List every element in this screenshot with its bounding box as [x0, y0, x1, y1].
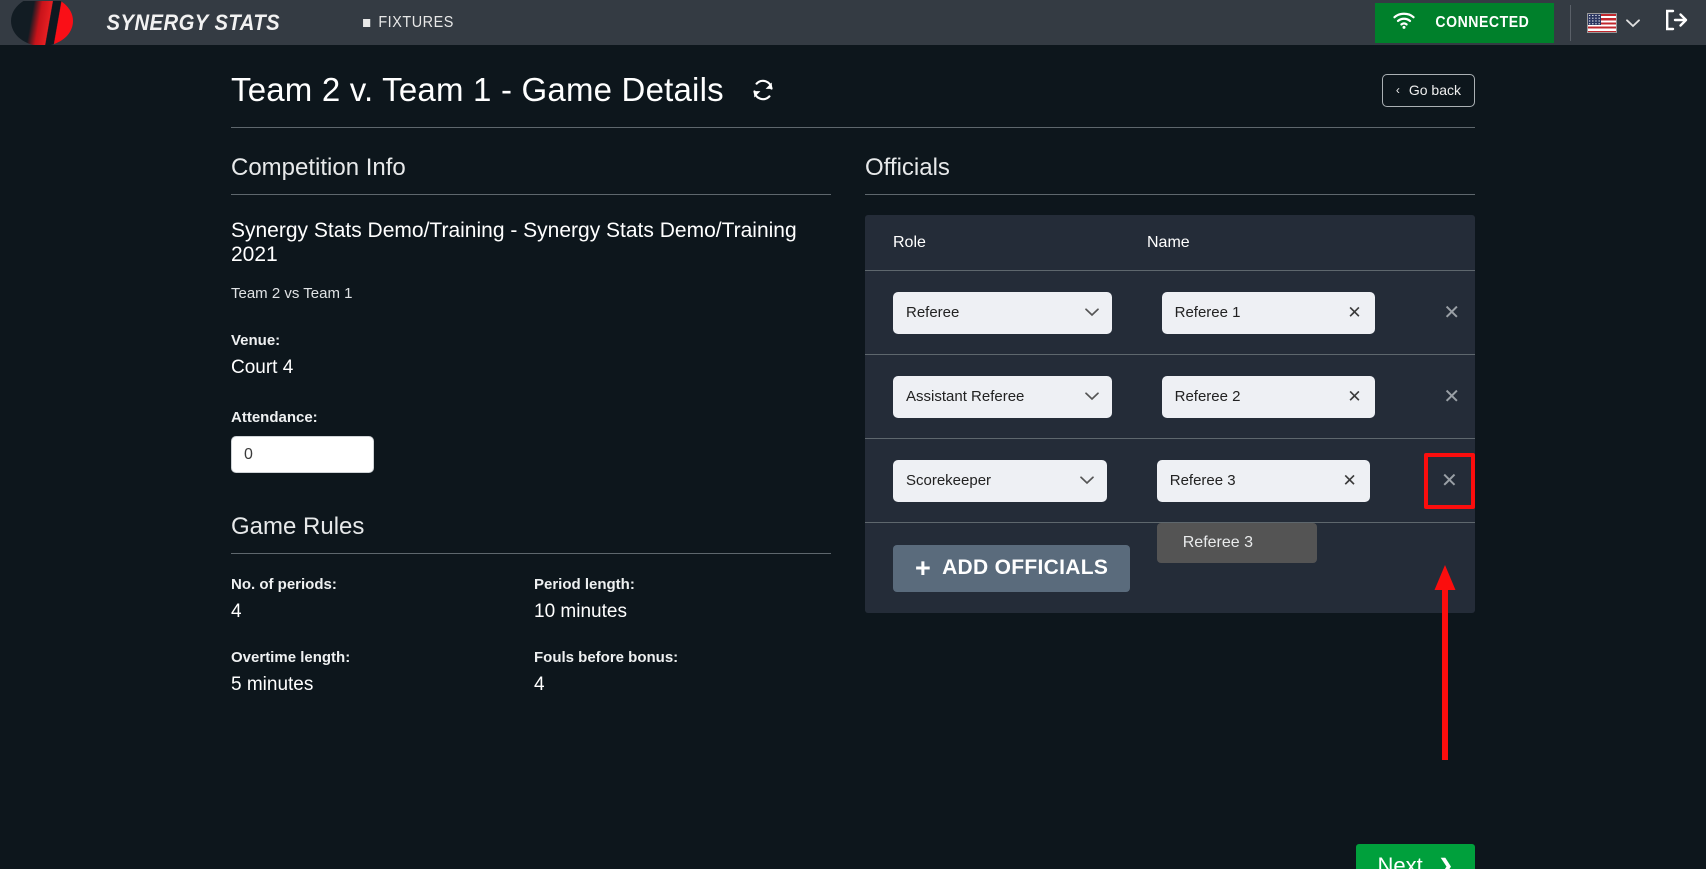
wifi-icon — [1393, 12, 1415, 34]
name-field-wrapper: Referee 2 ✕ — [1161, 375, 1375, 418]
rule-item: Period length: 10 minutes — [534, 576, 831, 623]
remove-official-button[interactable]: ✕ — [1429, 288, 1475, 338]
connection-status-badge[interactable]: CONNECTED — [1375, 2, 1554, 43]
officials-table-header: Role Name — [865, 215, 1475, 271]
name-input-value: Referee 3 — [1169, 472, 1236, 489]
next-button[interactable]: Next ❯ — [1355, 844, 1475, 869]
officials-heading: Officials — [865, 154, 1475, 195]
content-container: Team 2 v. Team 1 - Game Details ‹ Go bac… — [231, 45, 1475, 869]
go-back-button[interactable]: ‹ Go back — [1381, 73, 1475, 107]
role-select-value: Referee — [906, 304, 960, 321]
navbar-right-group: CONNECTED — [1375, 0, 1706, 45]
us-flag-icon — [1587, 12, 1617, 33]
name-input-value: Referee 1 — [1174, 304, 1241, 321]
chevron-down-icon — [1084, 305, 1099, 320]
teams-matchup: Team 2 vs Team 1 — [231, 285, 353, 302]
page-header: Team 2 v. Team 1 - Game Details ‹ Go bac… — [231, 71, 1475, 128]
remove-official-button[interactable]: ✕ — [1429, 372, 1475, 422]
add-officials-button[interactable]: + ADD OFFICIALS — [893, 544, 1131, 592]
clear-icon[interactable]: ✕ — [1342, 471, 1356, 491]
page-body: Team 2 v. Team 1 - Game Details ‹ Go bac… — [0, 45, 1706, 869]
synergy-logo-icon — [11, 0, 73, 45]
attendance-label: Attendance: — [231, 409, 318, 426]
role-select[interactable]: Scorekeeper — [893, 459, 1107, 502]
clear-icon[interactable]: ✕ — [1347, 387, 1361, 407]
brand-title: SYNERGY STATS — [106, 9, 281, 35]
name-input[interactable]: Referee 2 ✕ — [1161, 375, 1375, 418]
role-select[interactable]: Assistant Referee — [893, 375, 1112, 418]
game-rules-grid: No. of periods: 4 Period length: 10 minu… — [231, 576, 831, 696]
next-label: Next — [1377, 853, 1423, 869]
footer-actions: Next ❯ — [231, 844, 1475, 869]
chevron-right-icon: ❯ — [1438, 856, 1453, 869]
rule-value: 10 minutes — [534, 601, 627, 622]
rule-label: Period length: — [534, 576, 635, 593]
clear-icon[interactable]: ✕ — [1347, 303, 1361, 323]
rule-label: No. of periods: — [231, 576, 337, 593]
officials-table: Role Name Referee Referee 1 ✕ ✕ Assistan… — [865, 215, 1475, 613]
rule-label: Overtime length: — [231, 649, 351, 666]
language-selector[interactable] — [1587, 12, 1640, 33]
two-column-layout: Competition Info Synergy Stats Demo/Trai… — [231, 154, 1475, 696]
table-row: Scorekeeper Referee 3 ✕ Referee 3 ✕ — [865, 439, 1475, 563]
refresh-icon[interactable] — [750, 77, 776, 103]
column-header-role: Role — [893, 233, 926, 251]
game-rules-heading: Game Rules — [231, 513, 831, 554]
close-icon: ✕ — [1440, 470, 1458, 492]
navbar-divider — [1570, 4, 1571, 41]
competition-name: Synergy Stats Demo/Training - Synergy St… — [231, 219, 797, 266]
logout-icon — [1664, 9, 1688, 36]
column-header-name: Name — [1147, 233, 1190, 251]
remove-official-button-highlighted[interactable]: ✕ — [1423, 452, 1475, 509]
name-suggestion-option[interactable]: Referee 3 — [1156, 522, 1317, 563]
name-field-wrapper: Referee 3 ✕ Referee 3 — [1156, 459, 1370, 563]
add-officials-label: ADD OFFICIALS — [942, 556, 1109, 579]
rule-value: 5 minutes — [231, 674, 314, 695]
top-navbar: SYNERGY STATS FIXTURES CONNECTED — [0, 0, 1706, 45]
name-field-wrapper: Referee 1 ✕ — [1161, 291, 1375, 334]
app-logo[interactable] — [11, 0, 87, 45]
chevron-down-icon — [1079, 473, 1094, 488]
chevron-down-icon — [1084, 389, 1099, 404]
rule-item: Overtime length: 5 minutes — [231, 649, 534, 696]
plus-icon: + — [915, 552, 932, 583]
close-icon: ✕ — [1443, 386, 1461, 408]
close-icon: ✕ — [1443, 302, 1461, 324]
left-column: Competition Info Synergy Stats Demo/Trai… — [231, 154, 831, 696]
rule-value: 4 — [534, 674, 545, 695]
name-input-value: Referee 2 — [1174, 388, 1241, 405]
nav-item-fixtures[interactable]: FIXTURES — [362, 13, 454, 32]
venue-label: Venue: — [231, 332, 281, 349]
rule-item: No. of periods: 4 — [231, 576, 534, 623]
rule-label: Fouls before bonus: — [534, 649, 679, 666]
logo-circle-shape — [11, 0, 73, 45]
role-select[interactable]: Referee — [893, 291, 1112, 334]
competition-info-heading: Competition Info — [231, 154, 831, 195]
name-input[interactable]: Referee 1 ✕ — [1161, 291, 1375, 334]
table-row: Assistant Referee Referee 2 ✕ ✕ — [865, 355, 1475, 439]
page-title: Team 2 v. Team 1 - Game Details — [231, 71, 724, 108]
role-select-value: Assistant Referee — [906, 388, 1025, 405]
nav-item-fixtures-label: FIXTURES — [378, 13, 454, 31]
chevron-down-icon — [1626, 15, 1640, 31]
role-select-value: Scorekeeper — [906, 472, 992, 489]
attendance-input[interactable] — [231, 436, 374, 473]
rule-value: 4 — [231, 601, 242, 622]
connection-status-label: CONNECTED — [1435, 13, 1530, 31]
go-back-label: Go back — [1408, 82, 1461, 98]
name-input[interactable]: Referee 3 ✕ — [1156, 459, 1370, 502]
logout-button[interactable] — [1664, 9, 1688, 36]
square-bullet-icon — [362, 18, 370, 27]
table-row: Referee Referee 1 ✕ ✕ — [865, 271, 1475, 355]
up-arrow-annotation — [1434, 565, 1456, 760]
rule-item: Fouls before bonus: 4 — [534, 649, 831, 696]
flag-canton — [1588, 13, 1601, 25]
right-column: Officials Role Name Referee Referee 1 ✕ … — [865, 154, 1475, 696]
chevron-left-icon: ‹ — [1395, 83, 1400, 97]
venue-value: Court 4 — [231, 357, 294, 378]
